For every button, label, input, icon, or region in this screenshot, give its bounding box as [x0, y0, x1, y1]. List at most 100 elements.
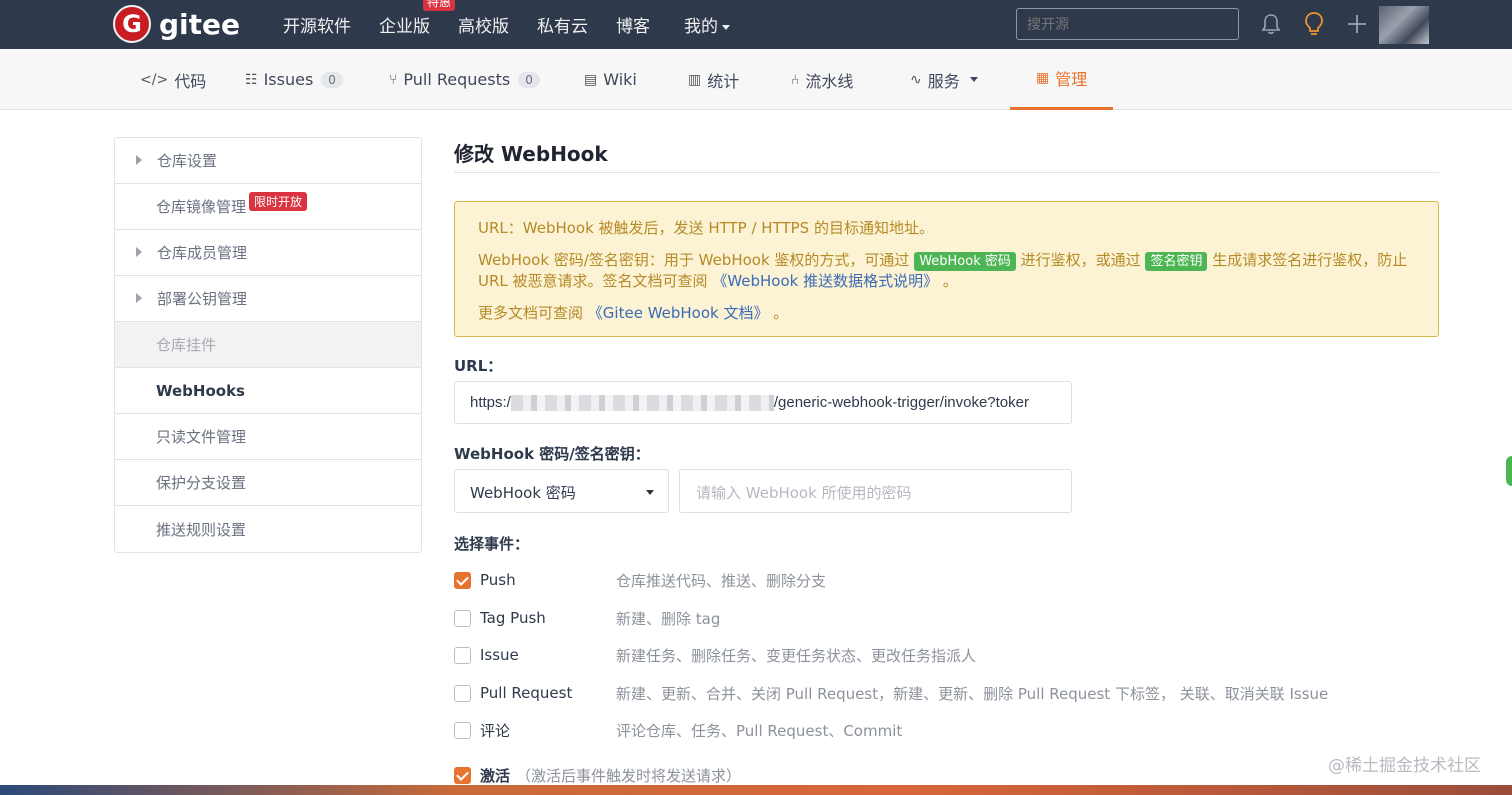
bottom-image-strip	[0, 785, 1512, 795]
tab-wiki-label: Wiki	[603, 70, 637, 89]
signature-key-tag: 签名密钥	[1145, 252, 1208, 271]
sidebar-item-mirror[interactable]: 仓库镜像管理 限时开放	[115, 184, 421, 230]
tab-stats[interactable]: ▥ 统计	[688, 49, 739, 110]
tab-wiki[interactable]: ▤ Wiki	[584, 49, 637, 110]
event-name: Push	[480, 571, 516, 589]
tab-pipeline-label: 流水线	[805, 71, 854, 91]
nav-private-cloud[interactable]: 私有云	[537, 12, 588, 37]
notice-url-line: URL：WebHook 被触发后，发送 HTTP / HTTPS 的目标通知地址…	[478, 219, 934, 237]
tag-push-checkbox[interactable]	[454, 609, 471, 627]
chevron-down-icon	[722, 24, 730, 30]
promo-badge: 特惠	[423, 0, 456, 11]
user-avatar[interactable]	[1379, 6, 1429, 44]
issue-checkbox[interactable]	[454, 646, 471, 664]
tab-manage-label: 管理	[1055, 70, 1088, 89]
sidebar-item-label: 仓库镜像管理	[156, 198, 247, 216]
issues-count-badge: 0	[321, 71, 343, 88]
nav-blog[interactable]: 博客	[616, 12, 650, 37]
events-label: 选择事件：	[454, 535, 530, 553]
pipeline-icon: ⑃	[791, 71, 800, 88]
notice-text: WebHook 密码/签名密钥：用于 WebHook 鉴权的方式，可通过	[478, 251, 910, 269]
sidebar-item-label: 保护分支设置	[156, 474, 247, 492]
chevron-down-icon	[969, 77, 978, 82]
search-input[interactable]	[1016, 8, 1239, 40]
sidebar-item-widgets: 仓库挂件	[115, 322, 421, 368]
redacted-url-segment	[510, 395, 774, 412]
caret-right-icon	[136, 293, 142, 303]
webhook-password-tag: WebHook 密码	[914, 252, 1016, 271]
notice-secret-paragraph: WebHook 密码/签名密钥：用于 WebHook 鉴权的方式，可通过 Web…	[478, 250, 1415, 292]
notice-text: 进行鉴权，或通过	[1020, 251, 1141, 269]
sidebar-item-protected-branches[interactable]: 保护分支设置	[115, 460, 421, 506]
notice-text: 。	[942, 272, 958, 290]
tab-pull-requests-label: Pull Requests	[403, 70, 511, 89]
lightbulb-icon[interactable]	[1303, 11, 1325, 37]
nav-open-source[interactable]: 开源软件	[283, 12, 351, 37]
webhook-notice-box: URL：WebHook 被触发后，发送 HTTP / HTTPS 的目标通知地址…	[454, 201, 1439, 337]
top-navbar: G gitee 开源软件 企业版 特惠 高校版 私有云 博客 我的	[0, 0, 1512, 49]
sidebar-item-readonly-files[interactable]: 只读文件管理	[115, 414, 421, 460]
sidebar-item-members[interactable]: 仓库成员管理	[115, 230, 421, 276]
pulse-icon: ∿	[910, 71, 922, 88]
caret-right-icon	[136, 155, 142, 165]
activate-note: （激活后事件触发时将发送请求）	[516, 766, 742, 785]
title-divider	[454, 172, 1439, 173]
event-name: Tag Push	[480, 609, 546, 627]
nav-enterprise-label: 企业版	[379, 17, 430, 37]
tab-stats-label: 统计	[707, 71, 740, 91]
create-plus-icon[interactable]	[1346, 13, 1368, 35]
event-desc: 新建、更新、合并、关闭 Pull Request，新建、更新、删除 Pull R…	[616, 684, 1329, 703]
event-row-push: Push 仓库推送代码、推送、删除分支	[454, 570, 826, 590]
tab-issues-label: Issues	[263, 70, 314, 89]
secret-type-select[interactable]: WebHook 密码	[454, 469, 669, 513]
secret-label: WebHook 密码/签名密钥：	[454, 445, 650, 463]
notification-bell-icon[interactable]	[1260, 13, 1282, 35]
secret-type-value: WebHook 密码	[470, 484, 576, 502]
notice-more-docs-line: 更多文档可查阅 《Gitee WebHook 文档》 。	[478, 303, 1415, 324]
nav-mine-label: 我的	[684, 17, 718, 37]
password-input[interactable]: 请输入 WebHook 所使用的密码	[679, 469, 1072, 513]
tab-code-label: 代码	[174, 71, 207, 91]
nav-mine-dropdown[interactable]: 我的	[684, 12, 730, 37]
url-prefix: https:/	[470, 394, 511, 411]
activate-checkbox[interactable]	[454, 766, 471, 784]
tab-code[interactable]: </> 代码	[140, 49, 206, 110]
bar-chart-icon: ▥	[688, 71, 702, 88]
push-checkbox[interactable]	[454, 571, 471, 589]
pull-request-icon: ⑂	[389, 71, 398, 88]
url-input[interactable]: https:/ /generic-webhook-trigger/invoke?t…	[454, 381, 1072, 424]
pull-requests-count-badge: 0	[518, 71, 540, 88]
sidebar-item-deploy-keys[interactable]: 部署公钥管理	[115, 276, 421, 322]
tab-manage[interactable]: ▦ 管理	[1010, 49, 1114, 110]
comment-checkbox[interactable]	[454, 721, 471, 739]
nav-education[interactable]: 高校版	[458, 12, 509, 37]
sidebar-item-repo-settings[interactable]: 仓库设置	[115, 138, 421, 184]
page-title: 修改 WebHook	[454, 142, 608, 166]
nav-enterprise[interactable]: 企业版 特惠	[379, 0, 456, 37]
issues-icon: ☷	[245, 71, 258, 88]
event-desc: 新建任务、删除任务、变更任务状态、更改任务指派人	[616, 646, 977, 665]
floating-helper-tab[interactable]	[1506, 456, 1512, 486]
tab-services[interactable]: ∿ 服务	[910, 49, 978, 110]
notice-text: 。	[773, 304, 789, 322]
sidebar-item-label: WebHooks	[156, 381, 245, 400]
sidebar-item-label: 部署公钥管理	[157, 290, 248, 308]
gitee-logo[interactable]: G gitee	[113, 5, 240, 43]
settings-sidebar: 仓库设置 仓库镜像管理 限时开放 仓库成员管理 部署公钥管理 仓库挂件 WebH…	[114, 137, 422, 553]
sidebar-item-webhooks[interactable]: WebHooks	[115, 368, 421, 414]
pull-request-checkbox[interactable]	[454, 684, 471, 702]
tab-issues[interactable]: ☷ Issues 0	[245, 49, 343, 110]
event-desc: 评论仓库、任务、Pull Request、Commit	[616, 721, 903, 740]
gitee-logo-icon: G	[113, 5, 151, 43]
watermark: @稀土掘金技术社区	[1328, 756, 1481, 776]
gitee-webhook-doc-link[interactable]: 《Gitee WebHook 文档》	[588, 304, 769, 322]
sidebar-item-label: 仓库挂件	[156, 336, 217, 354]
push-format-doc-link[interactable]: 《WebHook 推送数据格式说明》	[712, 272, 938, 290]
event-desc: 仓库推送代码、推送、删除分支	[616, 571, 827, 590]
activate-label: 激活	[480, 766, 511, 785]
tab-pipeline[interactable]: ⑃ 流水线	[791, 49, 853, 110]
sidebar-item-label: 仓库成员管理	[157, 244, 248, 262]
sidebar-item-push-rules[interactable]: 推送规则设置	[115, 506, 421, 552]
dropdown-arrow-icon	[646, 490, 654, 495]
tab-pull-requests[interactable]: ⑂ Pull Requests 0	[389, 49, 540, 110]
